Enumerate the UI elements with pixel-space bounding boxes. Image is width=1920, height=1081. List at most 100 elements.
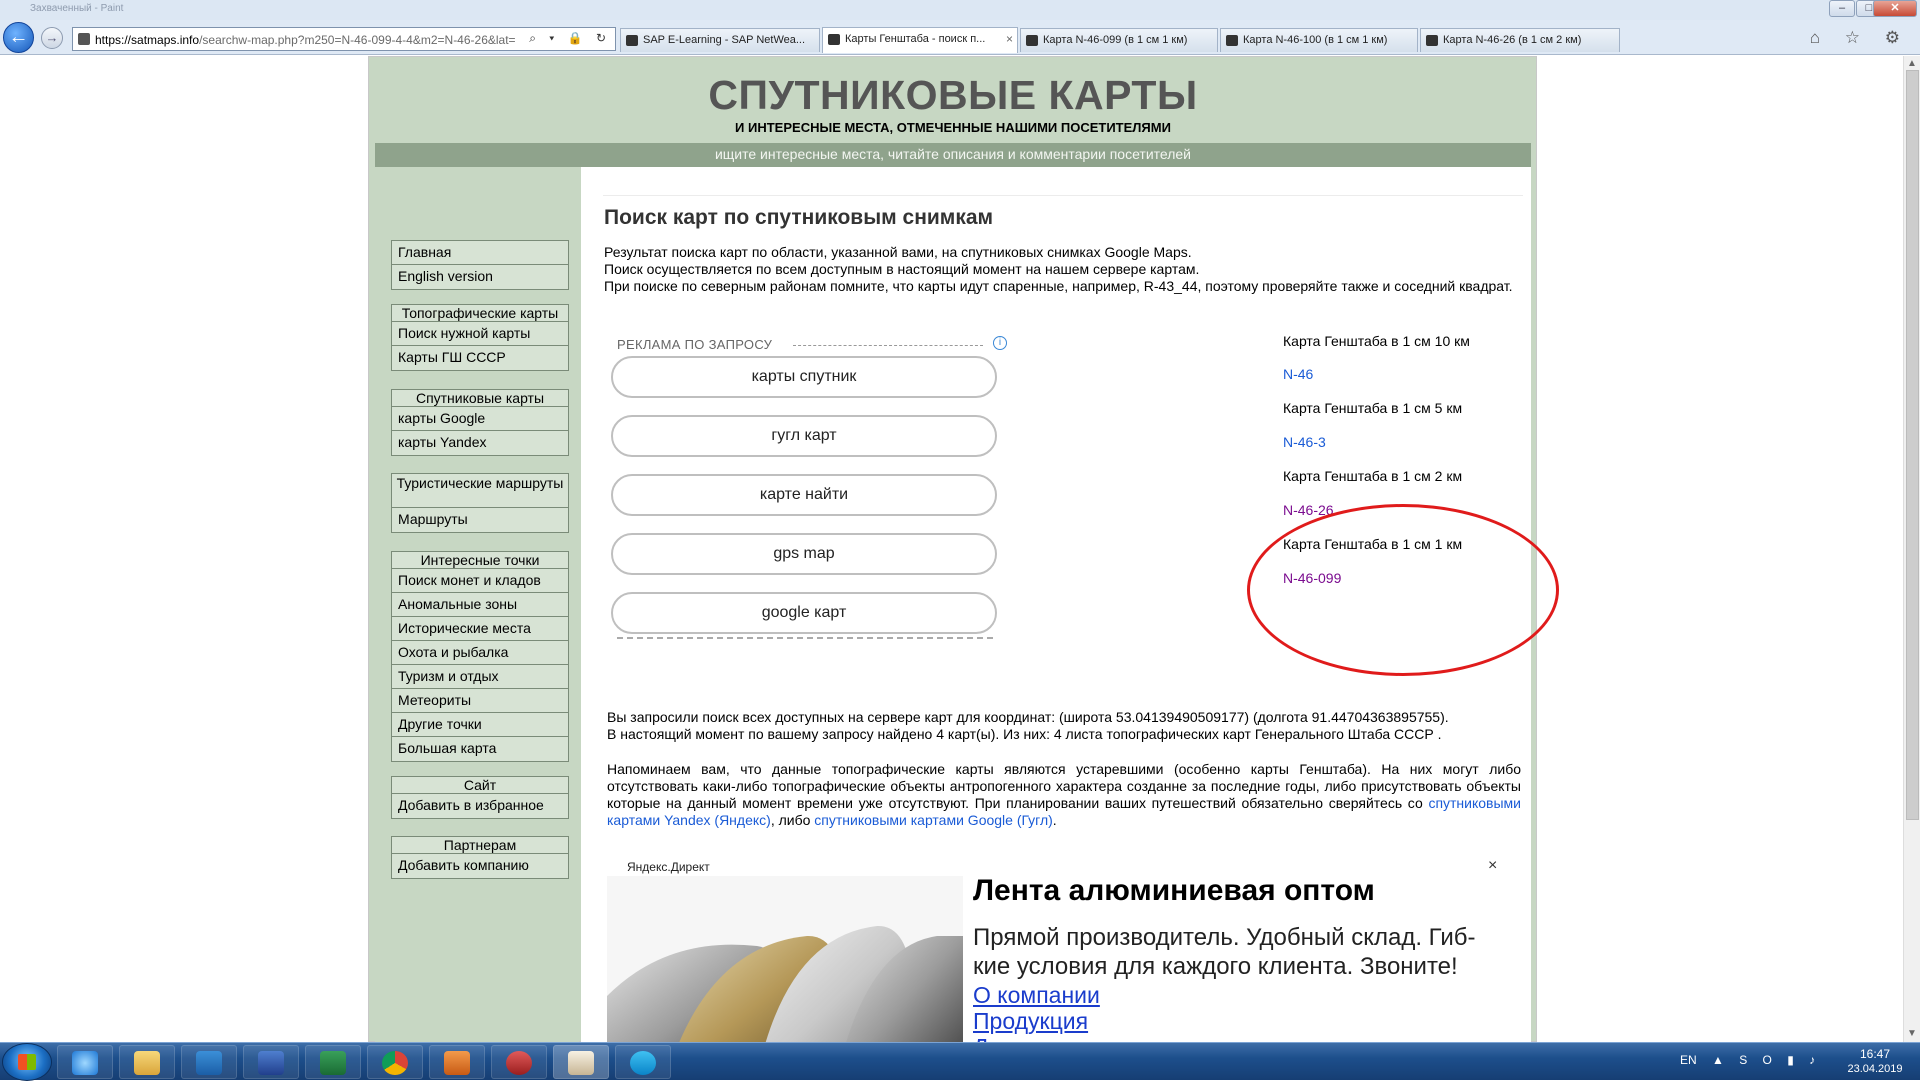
menu-item-hunting[interactable]: Охота и рыбалка [392,641,568,665]
chrome-icon [382,1051,408,1075]
menu-item-big-map[interactable]: Большая карта [392,737,568,761]
yandex-direct-label[interactable]: Яндекс.Директ [627,860,710,874]
start-button[interactable] [2,1043,52,1081]
taskbar-internet-explorer[interactable] [57,1045,113,1079]
clock-date[interactable]: 23.04.2019 [1840,1063,1910,1075]
intro-line: При поиске по северным районам помните, … [604,278,1513,294]
taskbar-paint[interactable] [553,1045,609,1079]
vertical-scrollbar[interactable]: ▲ ▼ [1903,56,1920,1042]
back-button[interactable]: ← [3,22,34,53]
tab-map-n46-26[interactable]: Карта N-46-26 (в 1 см 2 км) [1420,28,1620,52]
menu-item-gsh-ussr[interactable]: Карты ГШ СССР [392,346,568,370]
ad-image-aluminium-rolls[interactable] [607,876,963,1042]
windows-taskbar: EN ▲ S O ▮ ♪ 16:47 23.04.2019 [0,1042,1920,1081]
language-indicator[interactable]: EN [1680,1053,1697,1067]
scroll-down-icon[interactable]: ▼ [1907,1028,1917,1039]
site-header: СПУТНИКОВЫЕ КАРТЫ И ИНТЕРЕСНЫЕ МЕСТА, ОТ… [375,57,1531,143]
ad-query-button[interactable]: карты спутник [611,356,997,398]
tab-favicon-icon [1026,35,1038,46]
ad-body-text[interactable]: Прямой производитель. Удобный склад. Гиб… [973,923,1493,981]
tab-close-icon[interactable]: × [1006,28,1013,50]
scroll-up-icon[interactable]: ▲ [1907,58,1917,69]
map-scale-label: Карта Генштаба в 1 см 5 км [1283,400,1463,416]
tab-map-n46-099[interactable]: Карта N-46-099 (в 1 см 1 км) [1020,28,1218,52]
search-result-text: Вы запросили поиск всех доступных на сер… [607,709,1521,743]
minimize-button[interactable]: – [1829,0,1855,17]
menu-item-add-company[interactable]: Добавить компанию [392,854,568,878]
menu-item-meteorites[interactable]: Метеориты [392,689,568,713]
ad-close-icon[interactable]: × [1488,857,1497,875]
taskbar-skype[interactable] [615,1045,671,1079]
media-player-icon [444,1051,470,1075]
tab-label: Карта N-46-099 (в 1 см 1 км) [1043,34,1188,46]
scrollbar-thumb[interactable] [1906,70,1919,820]
map-link-n46-3[interactable]: N-46-3 [1283,434,1326,450]
ads-divider [617,637,993,639]
menu-item-find-map[interactable]: Поиск нужной карты [392,322,568,346]
ads-divider [793,345,983,346]
menu-heading-partners[interactable]: Партнерам [392,837,568,854]
taskbar-snipping-tool[interactable] [491,1045,547,1079]
taskbar-outlook[interactable] [181,1045,237,1079]
site-title[interactable]: СПУТНИКОВЫЕ КАРТЫ [375,72,1531,119]
ad-link-about[interactable]: О компании [973,982,1100,1009]
browser-chrome: Захваченный - Paint – □ ✕ ← → https://sa… [0,0,1920,55]
info-icon[interactable]: i [993,336,1007,350]
taskbar-excel[interactable] [305,1045,361,1079]
tab-label: SAP E-Learning - SAP NetWea... [643,34,806,46]
tab-map-n46-100[interactable]: Карта N-46-100 (в 1 см 1 км) [1220,28,1418,52]
menu-item-historical[interactable]: Исторические места [392,617,568,641]
menu-item-yandex-maps[interactable]: карты Yandex [392,431,568,455]
windows-logo-icon [18,1054,36,1070]
menu-item-routes[interactable]: Маршруты [392,508,568,532]
menu-item-other-points[interactable]: Другие точки [392,713,568,737]
page-container: СПУТНИКОВЫЕ КАРТЫ И ИНТЕРЕСНЫЕ МЕСТА, ОТ… [368,56,1559,1042]
menu-item-home[interactable]: Главная [392,241,568,265]
ad-query-button[interactable]: google карт [611,592,997,634]
address-tools-icons[interactable]: ⌕ ▾ 🔒 ↻ [529,31,611,46]
forward-button[interactable]: → [41,27,63,49]
tab-genshtab-search[interactable]: Карты Генштаба - поиск п... × [822,27,1018,53]
tab-label: Карта N-46-100 (в 1 см 1 км) [1243,34,1388,46]
menu-item-coins[interactable]: Поиск монет и кладов [392,569,568,593]
menu-group-partners: Партнерам Добавить компанию [391,836,569,879]
map-link-n46[interactable]: N-46 [1283,366,1313,382]
menu-item-anomalous[interactable]: Аномальные зоны [392,593,568,617]
ad-title[interactable]: Лента алюминиевая оптом [973,874,1375,908]
menu-item-add-favorites[interactable]: Добавить в избранное [392,794,568,818]
ad-query-button[interactable]: gps map [611,533,997,575]
menu-heading-satellite[interactable]: Спутниковые карты [392,390,568,407]
internet-explorer-icon [72,1051,98,1075]
taskbar-word[interactable] [243,1045,299,1079]
menu-heading-routes[interactable]: Туристические маршруты [392,474,568,508]
tab-favicon-icon [1226,35,1238,46]
word-icon [258,1051,284,1075]
taskbar-media-player[interactable] [429,1045,485,1079]
taskbar-chrome[interactable] [367,1045,423,1079]
close-window-button[interactable]: ✕ [1873,0,1917,17]
notice-end: . [1052,812,1057,828]
result-line: В настоящий момент по вашему запросу най… [607,726,1442,742]
clock-time[interactable]: 16:47 [1840,1047,1910,1061]
menu-item-english[interactable]: English version [392,265,568,289]
browser-viewport: СПУТНИКОВЫЕ КАРТЫ И ИНТЕРЕСНЫЕ МЕСТА, ОТ… [0,56,1903,1042]
menu-item-tourism[interactable]: Туризм и отдых [392,665,568,689]
ad-link-delivery[interactable]: Доставка [973,1034,1072,1042]
google-maps-link[interactable]: спутниковыми картами Google (Гугл) [814,812,1053,828]
ad-query-button[interactable]: гугл карт [611,415,997,457]
url-text[interactable]: https://satmaps.info/searchw-map.php?m25… [95,33,515,47]
menu-item-google-maps[interactable]: карты Google [392,407,568,431]
ad-link-products[interactable]: Продукция [973,1008,1088,1035]
url-path: /searchw-map.php?m250=N-46-099-4-4&m2=N-… [199,33,515,47]
ad-query-button[interactable]: карте найти [611,474,997,516]
menu-heading-site[interactable]: Сайт [392,777,568,794]
menu-heading-topo[interactable]: Топографические карты [392,305,568,322]
taskbar-explorer[interactable] [119,1045,175,1079]
tray-icons[interactable]: ▲ S O ▮ ♪ [1712,1053,1821,1067]
tab-favicon-icon [1426,35,1438,46]
address-bar[interactable]: https://satmaps.info/searchw-map.php?m25… [72,27,616,51]
tab-sap-elearning[interactable]: SAP E-Learning - SAP NetWea... [620,28,820,52]
tab-favicon-icon [626,35,638,46]
home-favorites-settings-icons[interactable]: ⌂ ☆ ⚙ [1810,28,1910,48]
menu-heading-points[interactable]: Интересные точки [392,552,568,569]
